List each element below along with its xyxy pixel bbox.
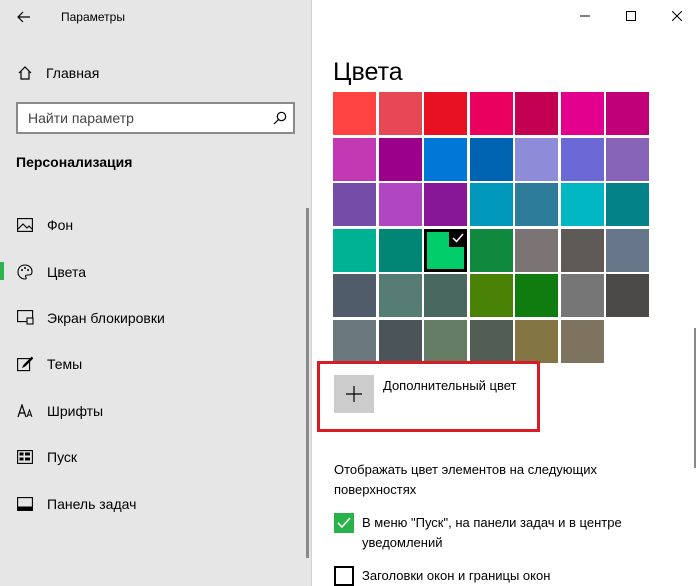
color-swatch[interactable] — [606, 274, 649, 317]
selected-check-icon — [449, 228, 467, 247]
lock-screen-icon — [16, 309, 34, 327]
color-swatch[interactable] — [515, 183, 558, 226]
home-nav-item[interactable]: Главная — [0, 60, 300, 86]
color-swatch[interactable] — [469, 274, 513, 317]
close-button[interactable] — [654, 0, 700, 32]
color-swatch[interactable] — [424, 92, 467, 135]
color-swatch[interactable] — [560, 92, 604, 135]
color-swatch[interactable] — [378, 137, 422, 181]
main-scrollbar[interactable] — [694, 328, 696, 468]
title-bars-checkbox-row[interactable]: Заголовки окон и границы окон — [334, 566, 652, 586]
sidebar-item-label: Темы — [47, 356, 83, 373]
maximize-button[interactable] — [608, 0, 654, 32]
color-swatch[interactable] — [606, 228, 649, 272]
main-pane: Цвета Дополнительный цвет Отображать цве… — [311, 0, 700, 586]
color-swatch[interactable] — [469, 319, 513, 363]
sidebar-item-label: Шрифты — [47, 402, 104, 419]
custom-color-button[interactable]: Дополнительный цвет — [334, 375, 517, 413]
minimize-icon — [580, 15, 590, 17]
color-swatch[interactable] — [469, 92, 513, 135]
sidebar-item-label: Панель задач — [47, 495, 137, 512]
color-swatch[interactable] — [424, 183, 467, 226]
plus-icon — [346, 386, 362, 402]
home-icon — [18, 66, 32, 80]
color-swatch[interactable] — [424, 137, 467, 181]
page-title: Цвета — [333, 58, 403, 86]
color-swatch[interactable] — [333, 274, 376, 317]
sidebar-item-label: Фон — [47, 217, 74, 234]
title-bars-checkbox[interactable] — [334, 566, 354, 586]
start-icon — [16, 448, 34, 466]
search-box[interactable] — [16, 102, 295, 134]
color-swatch[interactable] — [378, 92, 422, 135]
sidebar-item-taskbar[interactable]: Панель задач — [0, 480, 305, 526]
sidebar-item-background[interactable]: Фон — [0, 202, 305, 248]
window-controls — [562, 0, 700, 32]
palette-icon — [16, 263, 34, 281]
color-swatch[interactable] — [424, 274, 467, 317]
color-swatch[interactable] — [515, 137, 558, 181]
color-swatch[interactable] — [515, 319, 558, 363]
sidebar-item-start[interactable]: Пуск — [0, 434, 305, 480]
color-swatch[interactable] — [606, 183, 649, 226]
picture-icon — [16, 216, 34, 234]
back-button[interactable] — [8, 4, 40, 30]
checkmark-icon — [337, 517, 351, 529]
color-swatch[interactable] — [378, 319, 422, 363]
color-swatch[interactable] — [333, 319, 376, 363]
sidebar-item-label: Экран блокировки — [47, 309, 165, 326]
custom-color-label: Дополнительный цвет — [383, 378, 517, 393]
minimize-button[interactable] — [562, 0, 608, 32]
color-swatch[interactable] — [333, 137, 376, 181]
title-bars-checkbox-label: Заголовки окон и границы окон — [362, 568, 551, 583]
color-swatch[interactable] — [560, 137, 604, 181]
color-swatch[interactable] — [424, 319, 467, 363]
start-taskbar-checkbox-label: В меню "Пуск", на панели задач и в центр… — [362, 515, 622, 550]
show-color-surfaces-label: Отображать цвет элементов на следующих п… — [334, 462, 598, 497]
sidebar-item-themes[interactable]: Темы — [0, 341, 305, 387]
color-swatch[interactable] — [424, 228, 467, 272]
color-swatch[interactable] — [469, 137, 513, 181]
start-taskbar-checkbox-row[interactable]: В меню "Пуск", на панели задач и в центр… — [334, 513, 652, 553]
color-swatch[interactable] — [378, 274, 422, 317]
color-swatch[interactable] — [378, 183, 422, 226]
home-label: Главная — [46, 65, 100, 81]
sidebar-item-label: Пуск — [47, 449, 78, 466]
color-swatch[interactable] — [560, 274, 604, 317]
color-swatch[interactable] — [606, 137, 649, 181]
color-swatch[interactable] — [606, 92, 649, 135]
sidebar-item-fonts[interactable]: Шрифты — [0, 388, 305, 434]
start-taskbar-checkbox[interactable] — [334, 513, 354, 533]
sidebar-scrollbar[interactable] — [306, 208, 309, 558]
maximize-icon — [626, 11, 636, 21]
color-swatch[interactable] — [560, 319, 604, 363]
app-title: Параметры — [61, 10, 125, 24]
color-swatch[interactable] — [515, 92, 558, 135]
close-icon — [672, 11, 682, 21]
plus-tile[interactable] — [334, 375, 374, 413]
sidebar-nav: Фон Цвета Экран блокировки Темы Шрифты П… — [0, 202, 305, 527]
color-swatch[interactable] — [333, 228, 376, 272]
color-swatch[interactable] — [560, 183, 604, 226]
sidebar: Параметры Главная Персонализация Фон Цве… — [0, 0, 311, 586]
sidebar-item-lock-screen[interactable]: Экран блокировки — [0, 295, 305, 341]
color-swatch[interactable] — [469, 183, 513, 226]
taskbar-icon — [16, 495, 34, 513]
color-swatch[interactable] — [560, 228, 604, 272]
sidebar-item-colors[interactable]: Цвета — [0, 248, 305, 294]
color-swatch[interactable] — [469, 228, 513, 272]
section-heading: Персонализация — [16, 154, 133, 170]
accent-color-grid — [333, 92, 651, 363]
brush-icon — [16, 355, 34, 373]
color-swatch[interactable] — [515, 228, 558, 272]
back-arrow-icon — [17, 11, 30, 23]
color-swatch[interactable] — [515, 274, 558, 317]
color-swatch[interactable] — [333, 92, 376, 135]
color-swatch[interactable] — [378, 228, 422, 272]
color-swatch[interactable] — [333, 183, 376, 226]
font-icon — [16, 402, 34, 420]
search-input[interactable] — [28, 110, 273, 126]
search-icon[interactable] — [273, 111, 287, 125]
sidebar-item-label: Цвета — [47, 263, 86, 280]
